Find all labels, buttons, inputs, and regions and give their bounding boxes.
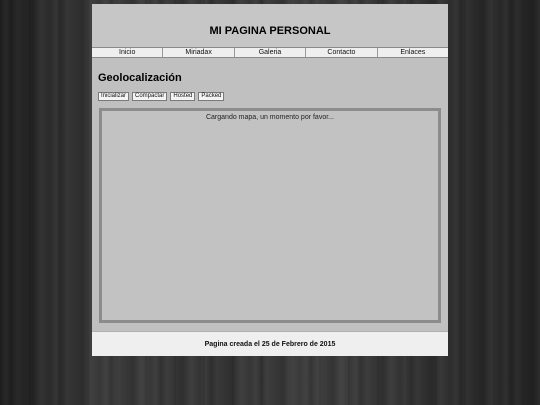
nav-item-miriadax[interactable]: Miriadax [163, 48, 235, 57]
page-container: MI PAGINA PERSONAL Inicio Miriadax Galer… [92, 4, 448, 356]
compactar-button[interactable]: Compactar [132, 92, 168, 101]
inicializar-button[interactable]: Inicializar [98, 92, 130, 101]
section-title: Geolocalización [98, 72, 182, 84]
nav-item-galeria[interactable]: Galeria [235, 48, 307, 57]
main-nav: Inicio Miriadax Galeria Contacto Enlaces [92, 47, 448, 58]
nav-item-contacto[interactable]: Contacto [306, 48, 378, 57]
nav-item-inicio[interactable]: Inicio [92, 48, 164, 57]
packed-button[interactable]: Packed [198, 92, 225, 101]
hosted-button[interactable]: Hosted [170, 92, 196, 101]
site-header: MI PAGINA PERSONAL [92, 4, 448, 47]
map-canvas[interactable]: Cargando mapa, un momento por favor... [99, 108, 441, 323]
map-loading-text: Cargando mapa, un momento por favor... [205, 114, 335, 121]
footer-text: Pagina creada el 25 de Febrero de 2015 [204, 341, 336, 348]
site-title: MI PAGINA PERSONAL [209, 25, 331, 37]
site-footer: Pagina creada el 25 de Febrero de 2015 [92, 331, 448, 356]
map-controls: Inicializar Compactar Hosted Packed [98, 92, 225, 101]
nav-item-enlaces[interactable]: Enlaces [378, 48, 448, 57]
